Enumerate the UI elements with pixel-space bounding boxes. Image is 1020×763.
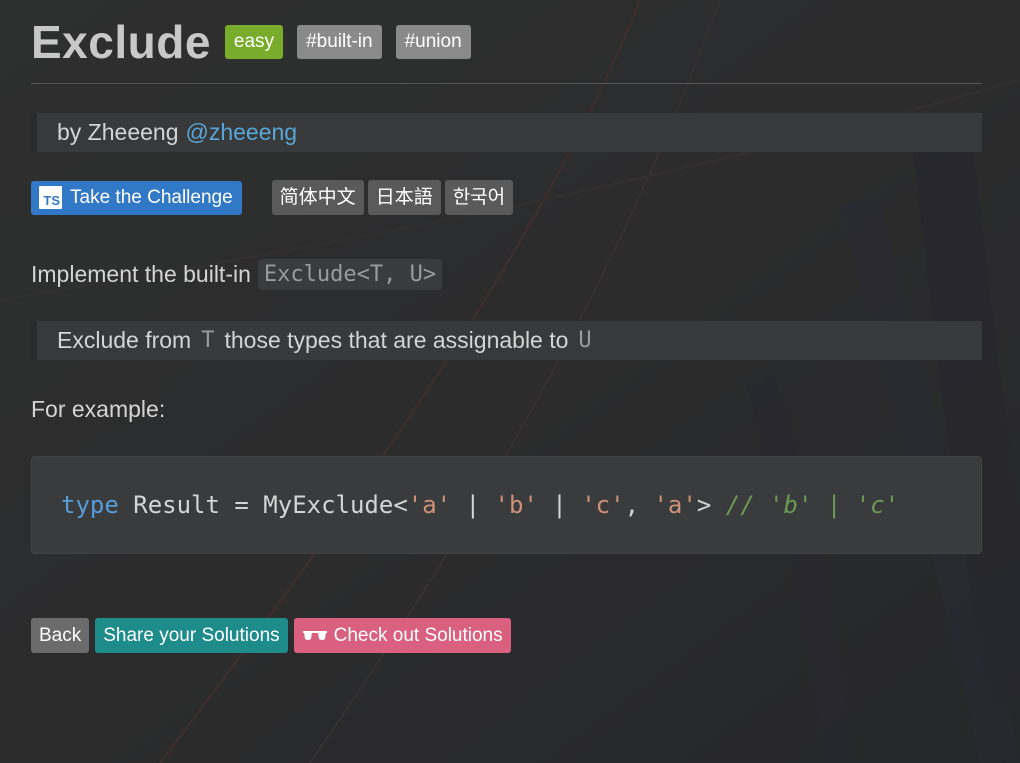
page-title: Exclude: [31, 15, 211, 68]
take-challenge-label: Take the Challenge: [70, 186, 233, 208]
code-text: Result = MyExclude<: [118, 491, 408, 519]
check-solutions-button[interactable]: Check out Solutions: [293, 618, 511, 653]
challenge-row: TS Take the Challenge 简体中文 日本語 한국어: [31, 180, 982, 215]
glasses-icon: [302, 630, 327, 640]
code-text: |: [537, 491, 582, 519]
quote-code-t: T: [201, 328, 215, 353]
example-label: For example:: [31, 396, 166, 422]
code-keyword: type: [61, 491, 119, 519]
lang-ja-button[interactable]: 日本語: [367, 180, 441, 215]
lang-zh-cn-button[interactable]: 简体中文: [271, 180, 364, 215]
quote-middle: those types that are assignable to: [224, 327, 569, 353]
difficulty-badge[interactable]: easy: [224, 24, 284, 59]
code-string: 'a': [653, 491, 697, 519]
intro-text: Implement the built-in: [31, 260, 251, 287]
challenge-content: Exclude easy #built-in #union by Zheeeng…: [31, 0, 982, 653]
description-quote: Exclude from T those types that are assi…: [31, 321, 982, 360]
quote-prefix: Exclude from: [57, 327, 192, 353]
quote-code-u: U: [578, 328, 592, 353]
code-string: 'c': [581, 491, 625, 519]
back-button[interactable]: Back: [31, 618, 90, 653]
code-string: 'b': [494, 491, 538, 519]
check-solutions-label: Check out Solutions: [333, 625, 503, 646]
code-example: type Result = MyExclude<'a' | 'b' | 'c',…: [31, 456, 982, 554]
author-link[interactable]: @zheeeng: [185, 119, 297, 146]
share-solutions-button[interactable]: Share your Solutions: [95, 618, 288, 653]
take-challenge-button[interactable]: TS Take the Challenge: [31, 180, 242, 215]
code-string: 'a': [407, 491, 452, 519]
code-text: >: [696, 491, 726, 519]
intro-inline-code: Exclude<T, U>: [257, 258, 443, 290]
author-quote: by Zheeeng @zheeeng: [31, 113, 982, 152]
tag-union[interactable]: #union: [395, 24, 471, 59]
title-row: Exclude easy #built-in #union: [31, 0, 982, 84]
code-comment: // 'b' | 'c': [725, 491, 900, 519]
intro-paragraph: Implement the built-in Exclude<T, U>: [31, 255, 982, 293]
author-prefix: by Zheeeng: [57, 119, 179, 145]
lang-ko-button[interactable]: 한국어: [444, 180, 514, 215]
footer-actions: Back Share your Solutions Check out Solu…: [31, 618, 982, 653]
typescript-icon: TS: [39, 186, 62, 209]
tag-built-in[interactable]: #built-in: [297, 24, 382, 59]
code-text: |: [451, 491, 495, 519]
code-text: ,: [624, 491, 654, 519]
